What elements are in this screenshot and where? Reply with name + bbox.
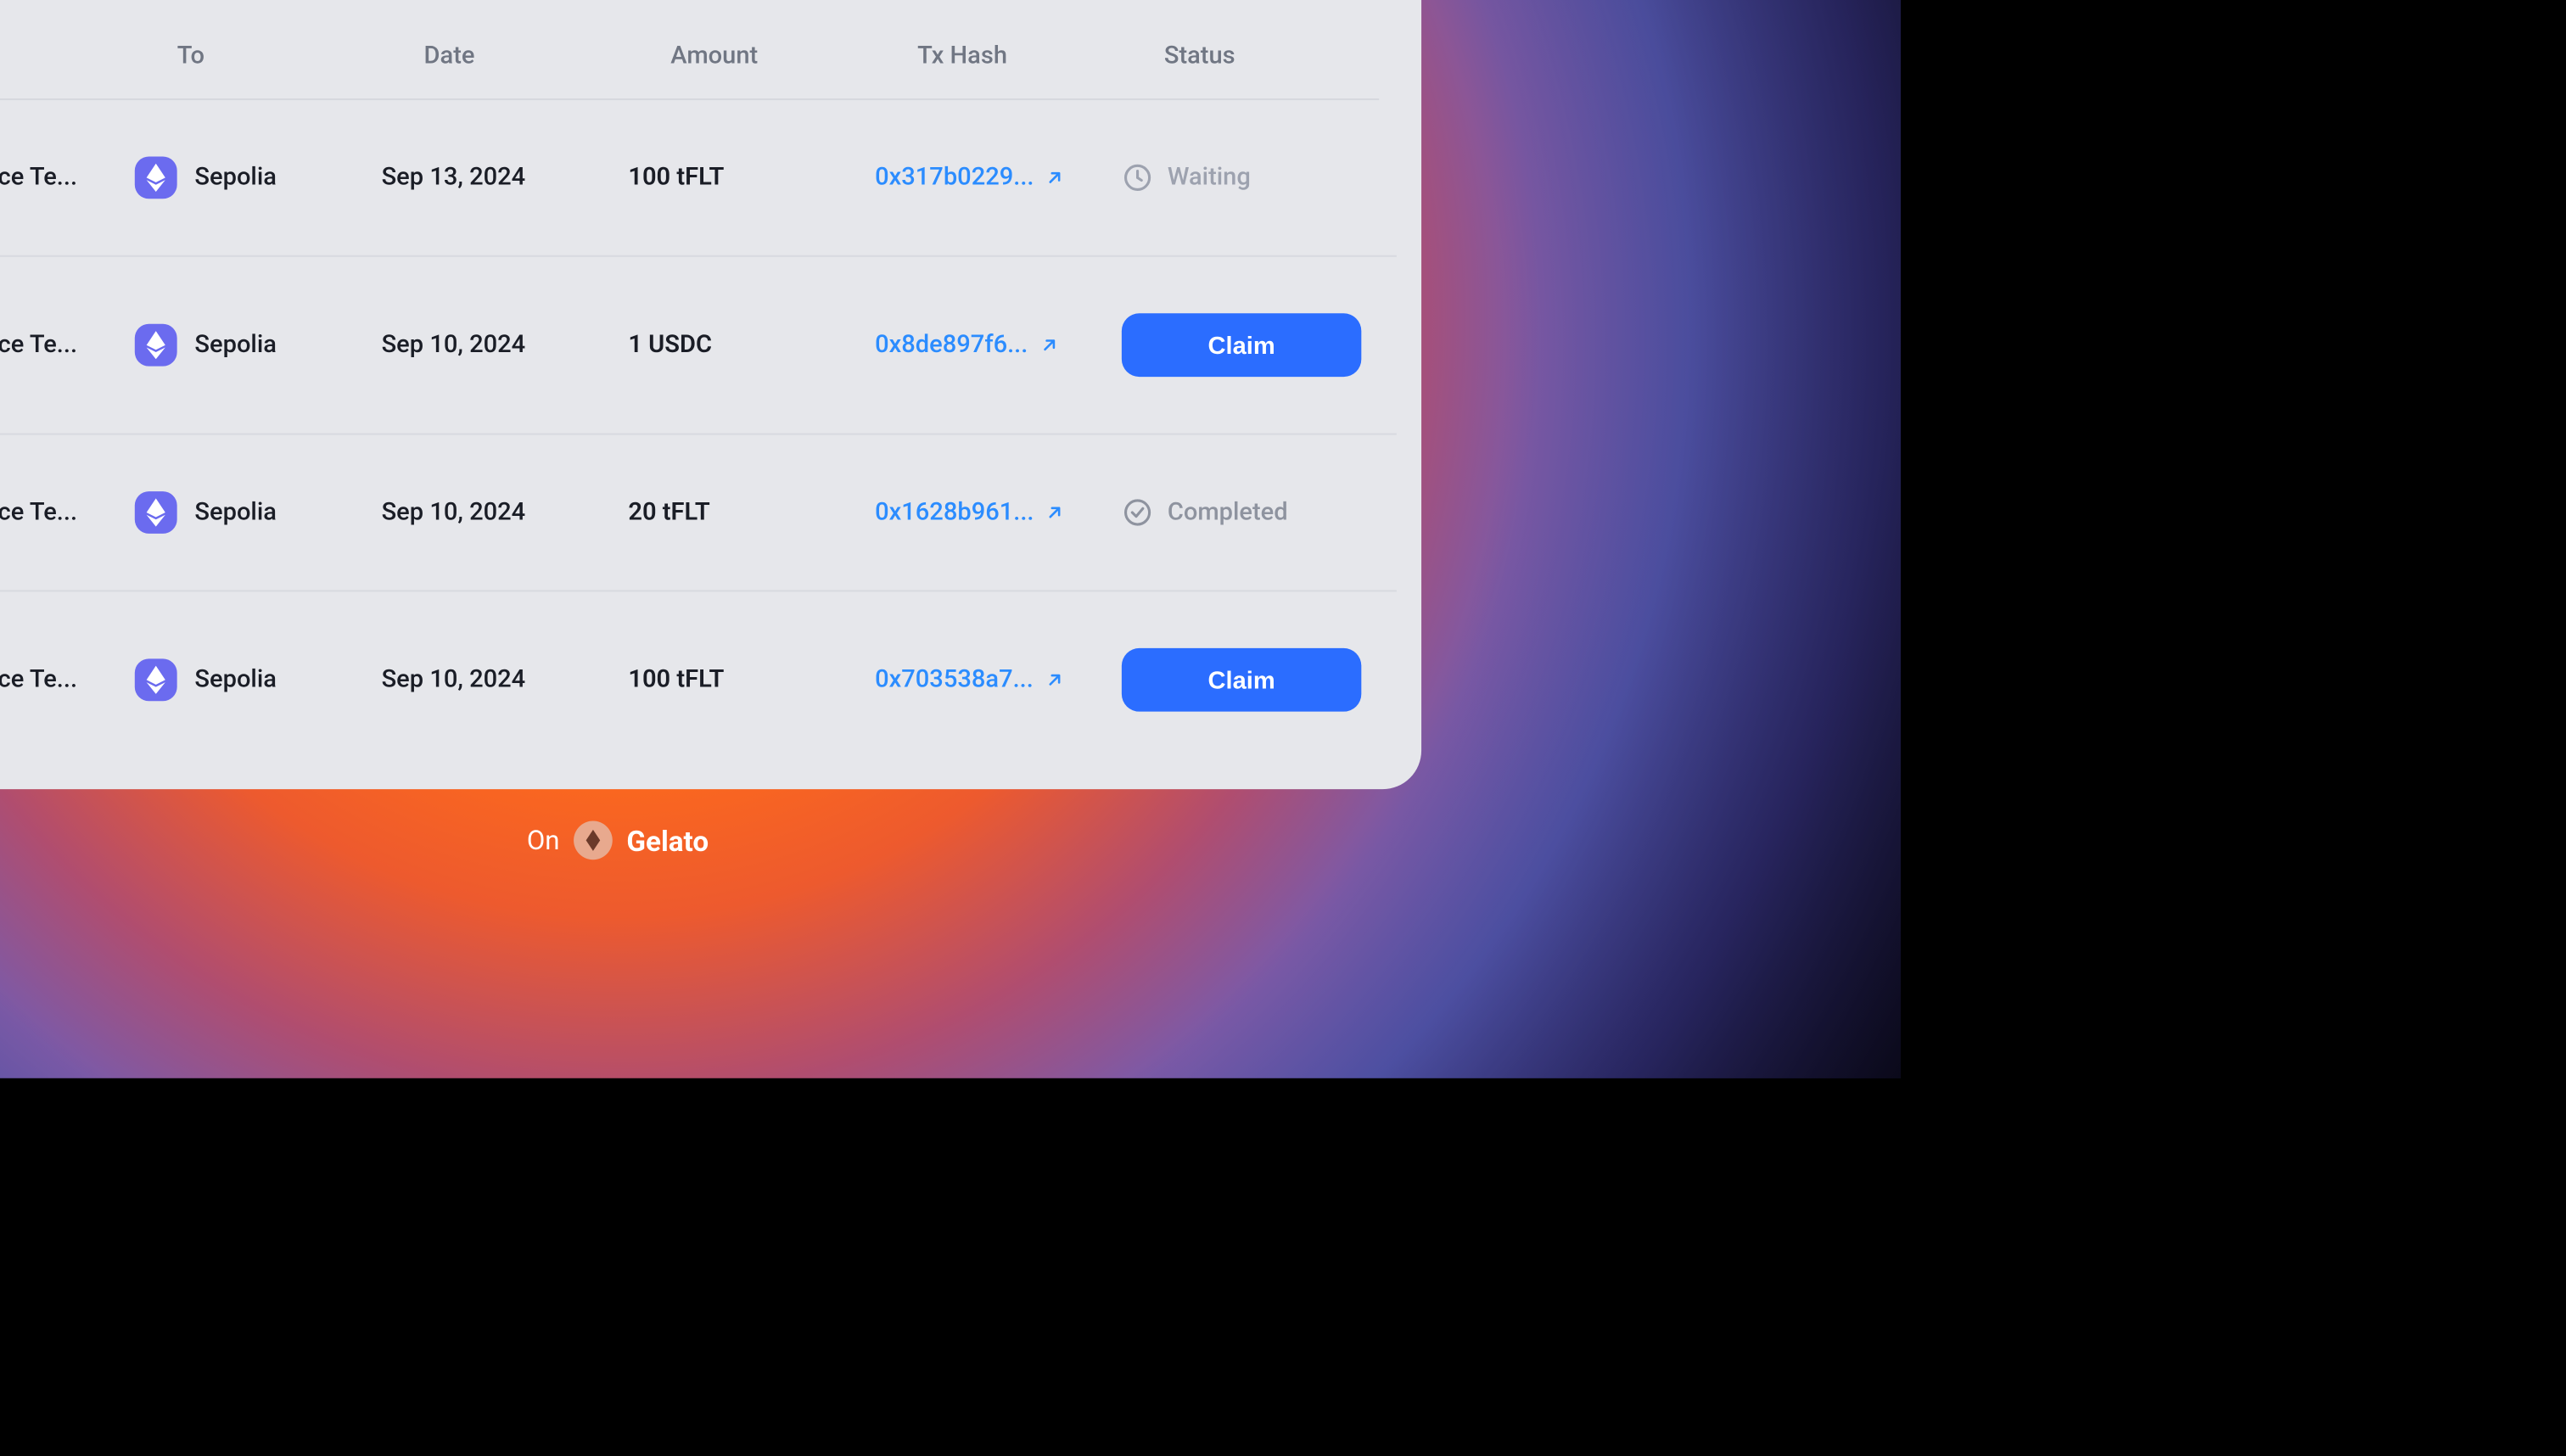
date-cell: Sep 10, 2024 — [382, 666, 629, 694]
withdrawals-card: Withdrawals history From To Date Amount … — [0, 0, 1421, 789]
from-chain-label: Fluence Te... — [0, 331, 77, 359]
amount-cell: 100 tFLT — [628, 666, 875, 694]
tx-hash-text: 0x703538a7... — [875, 666, 1034, 694]
to-cell: Sepolia — [135, 491, 382, 534]
to-chain-label: Sepolia — [195, 331, 277, 359]
from-chain-label: Fluence Te... — [0, 666, 77, 694]
claim-button[interactable]: Claim — [1122, 313, 1361, 377]
from-cell: Fluence Te... — [0, 157, 135, 199]
from-cell: Fluence Te... — [0, 658, 135, 701]
claim-button[interactable]: Claim — [1122, 648, 1361, 712]
to-chain-label: Sepolia — [195, 666, 277, 694]
check-circle-icon — [1122, 496, 1153, 528]
external-link-icon — [1045, 167, 1066, 188]
from-cell: Fluence Te... — [0, 491, 135, 534]
to-chain-label: Sepolia — [195, 164, 277, 192]
table-row: Fluence Te... Sepolia Sep 10, 202420 tFLT0… — [0, 435, 1397, 592]
amount-cell: 20 tFLT — [628, 498, 875, 526]
ethereum-chain-icon — [135, 658, 177, 701]
table-row: Fluence Te... Sepolia Sep 10, 20241 USDC0x… — [0, 257, 1397, 435]
tx-hash-text: 0x317b0229... — [875, 164, 1034, 192]
amount-cell: 1 USDC — [628, 331, 875, 359]
gelato-icon — [574, 821, 613, 860]
tx-hash-link[interactable]: 0x8de897f6... — [875, 331, 1122, 359]
to-cell: Sepolia — [135, 324, 382, 367]
status-text: Waiting — [1168, 164, 1251, 192]
footer-provider: Gelato — [626, 824, 709, 857]
footer: On Gelato — [0, 821, 1901, 860]
amount-cell: 100 tFLT — [628, 164, 875, 192]
tx-hash-link[interactable]: 0x317b0229... — [875, 164, 1122, 192]
to-cell: Sepolia — [135, 658, 382, 701]
date-cell: Sep 10, 2024 — [382, 498, 629, 526]
ethereum-chain-icon — [135, 491, 177, 534]
from-cell: Fluence Te... — [0, 324, 135, 367]
external-link-icon — [1044, 669, 1065, 691]
col-to: To — [177, 42, 424, 70]
table-row: Fluence Te... Sepolia Sep 13, 2024100 tFLT… — [0, 100, 1397, 257]
external-link-icon — [1045, 502, 1066, 524]
tx-hash-text: 0x1628b961... — [875, 498, 1034, 526]
footer-on: On — [527, 825, 560, 856]
col-txhash: Tx Hash — [917, 42, 1164, 70]
date-cell: Sep 13, 2024 — [382, 164, 629, 192]
external-link-icon — [1039, 334, 1060, 356]
tx-hash-link[interactable]: 0x703538a7... — [875, 666, 1122, 694]
ethereum-chain-icon — [135, 324, 177, 367]
from-chain-label: Fluence Te... — [0, 498, 77, 526]
col-status: Status — [1164, 42, 1354, 70]
col-date: Date — [424, 42, 671, 70]
tx-hash-link[interactable]: 0x1628b961... — [875, 498, 1122, 526]
table-row: Fluence Te... Sepolia Sep 10, 2024100 tFLT… — [0, 592, 1397, 740]
col-from: From — [0, 42, 177, 70]
to-chain-label: Sepolia — [195, 498, 277, 526]
status-text: Completed — [1168, 498, 1288, 526]
col-amount: Amount — [670, 42, 917, 70]
table-header: From To Date Amount Tx Hash Status — [0, 42, 1379, 101]
date-cell: Sep 10, 2024 — [382, 331, 629, 359]
clock-icon — [1122, 162, 1153, 193]
table-body[interactable]: Fluence Te...SepoliaSep 13, 2024100 tFLT… — [0, 100, 1415, 740]
tx-hash-text: 0x8de897f6... — [875, 331, 1028, 359]
ethereum-chain-icon — [135, 157, 177, 199]
from-chain-label: Fluence Te... — [0, 164, 77, 192]
to-cell: Sepolia — [135, 157, 382, 199]
